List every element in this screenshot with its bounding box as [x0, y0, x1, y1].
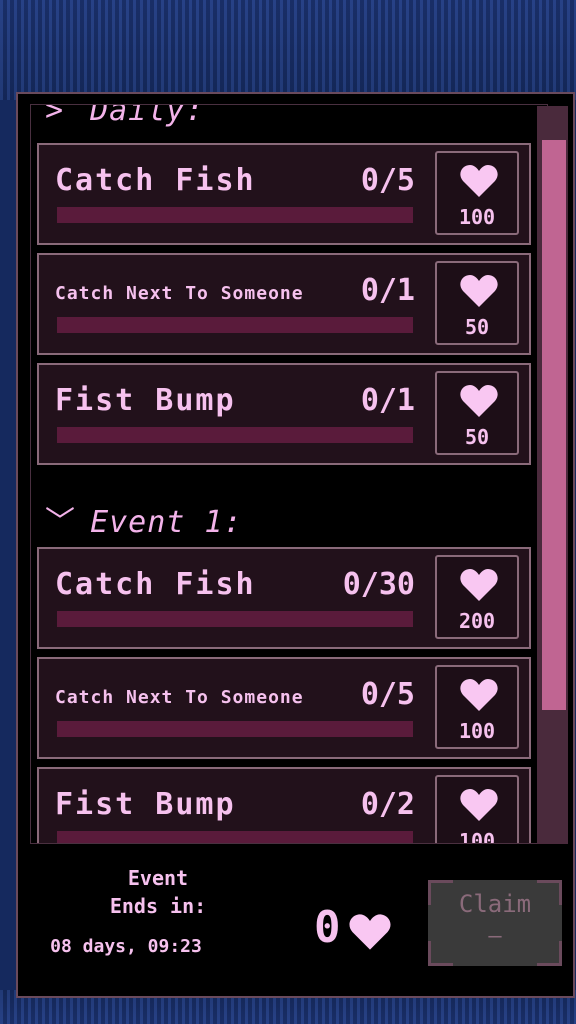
chevron-down-icon: ﹀ [45, 505, 76, 540]
quest-progress: 0/1 [360, 383, 415, 418]
heart-icon [460, 165, 498, 197]
reward-box[interactable]: 100 [435, 775, 519, 844]
quest-progress-bar [57, 427, 413, 443]
quest-progress-bar [57, 831, 413, 843]
quest-card: Catch Fish 0/30 200 [37, 547, 531, 649]
quest-progress: 0/2 [360, 787, 415, 822]
heart-icon [460, 789, 498, 821]
quest-progress: 0/5 [360, 163, 415, 198]
quest-progress-bar [57, 721, 413, 737]
reward-amount: 200 [458, 609, 496, 633]
quest-progress: 0/5 [360, 677, 415, 712]
reward-amount: 50 [464, 425, 490, 449]
claim-label: Claim [458, 890, 532, 918]
quest-name: Fist Bump [55, 383, 236, 418]
quest-list: > Daily: Catch Fish 0/5 100 Catch Next T… [31, 104, 547, 844]
reward-box[interactable]: 100 [435, 665, 519, 749]
quest-name: Catch Fish [55, 567, 256, 602]
quest-progress-bar [57, 611, 413, 627]
quest-name: Catch Next To Someone [55, 283, 304, 304]
background-left [0, 100, 16, 990]
quest-card: Catch Fish 0/5 100 [37, 143, 531, 245]
section-title: Event 1: [90, 505, 243, 540]
section-title: Daily: [90, 104, 205, 128]
quest-progress-bar [57, 207, 413, 223]
quest-list-viewport[interactable]: > Daily: Catch Fish 0/5 100 Catch Next T… [30, 104, 548, 844]
claim-button[interactable]: Claim – [428, 880, 562, 966]
quest-card: Fist Bump 0/1 50 [37, 363, 531, 465]
heart-total: 0 [314, 902, 341, 953]
event-countdown: 08 days, 09:23 [50, 936, 202, 957]
reward-amount: 100 [458, 719, 496, 743]
claim-sub: – [488, 924, 502, 949]
background-top [0, 0, 576, 100]
reward-amount: 100 [458, 205, 496, 229]
quests-panel: > Daily: Catch Fish 0/5 100 Catch Next T… [16, 92, 575, 998]
reward-box[interactable]: 100 [435, 151, 519, 235]
heart-icon [460, 275, 498, 307]
event-label-line2: Ends in: [109, 894, 207, 918]
quest-card: Catch Next To Someone 0/1 50 [37, 253, 531, 355]
heart-icon [460, 385, 498, 417]
quest-progress-bar [57, 317, 413, 333]
heart-icon [460, 679, 498, 711]
heart-icon [460, 569, 498, 601]
chevron-right-icon: > [45, 104, 65, 128]
event-label-line1: Event [127, 866, 189, 890]
quest-progress: 0/1 [360, 273, 415, 308]
quest-name: Catch Next To Someone [55, 687, 304, 708]
quest-card: Catch Next To Someone 0/5 100 [37, 657, 531, 759]
event-ends-label: Event Ends in: [88, 864, 228, 920]
reward-amount: 50 [464, 315, 490, 339]
quest-name: Fist Bump [55, 787, 236, 822]
reward-box[interactable]: 200 [435, 555, 519, 639]
quest-card: Fist Bump 0/2 100 [37, 767, 531, 844]
quest-name: Catch Fish [55, 163, 256, 198]
reward-box[interactable]: 50 [435, 371, 519, 455]
section-header-daily[interactable]: > Daily: [31, 104, 547, 143]
heart-icon [349, 914, 391, 950]
reward-amount: 100 [458, 829, 496, 844]
section-header-event[interactable]: ﹀ Event 1: [31, 497, 547, 547]
scrollbar-thumb[interactable] [542, 140, 566, 710]
reward-box[interactable]: 50 [435, 261, 519, 345]
quest-progress: 0/30 [342, 567, 415, 602]
